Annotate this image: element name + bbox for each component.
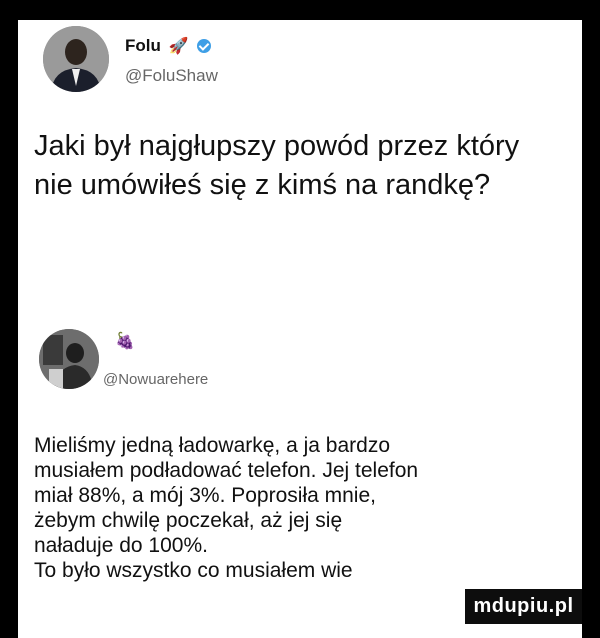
author-name-row: Folu 🚀 xyxy=(125,36,211,56)
avatar[interactable] xyxy=(43,26,109,92)
reply-line: miał 88%, a mój 3%. Poprosiła mnie, xyxy=(34,484,376,507)
reply-text: Mieliśmy jedną ładowarkę, a ja bardzo mu… xyxy=(34,433,574,583)
reply-line: naładuje do 100%. xyxy=(34,534,208,557)
grapes-emoji-icon: 🍇 xyxy=(115,333,135,350)
avatar[interactable] xyxy=(39,329,99,389)
author-name[interactable]: Folu xyxy=(125,36,161,56)
reply-line: Mieliśmy jedną ładowarkę, a ja bardzo xyxy=(34,434,391,457)
reply-line: To było wszystko co musiałem wie xyxy=(34,559,353,582)
reply-line: żebym chwilę poczekał, aż jej się xyxy=(34,509,343,532)
verified-badge-icon xyxy=(196,39,211,53)
tweet-text: Jaki był najgłupszy powód przez który ni… xyxy=(34,130,520,201)
author-handle[interactable]: @FoluShaw xyxy=(125,66,218,86)
tweet-screenshot-card: Folu 🚀 @FoluShaw Jaki był najgłupszy pow… xyxy=(18,20,582,638)
person-avatar-icon xyxy=(43,26,109,92)
author-handle[interactable]: @Nowuarehere xyxy=(103,371,208,388)
person-avatar-icon xyxy=(39,329,99,389)
rocket-emoji-icon: 🚀 xyxy=(168,38,189,55)
reply-line: musiałem podładować telefon. Jej telefon xyxy=(34,459,419,482)
watermark-logo: mdupiu.pl xyxy=(465,589,582,624)
